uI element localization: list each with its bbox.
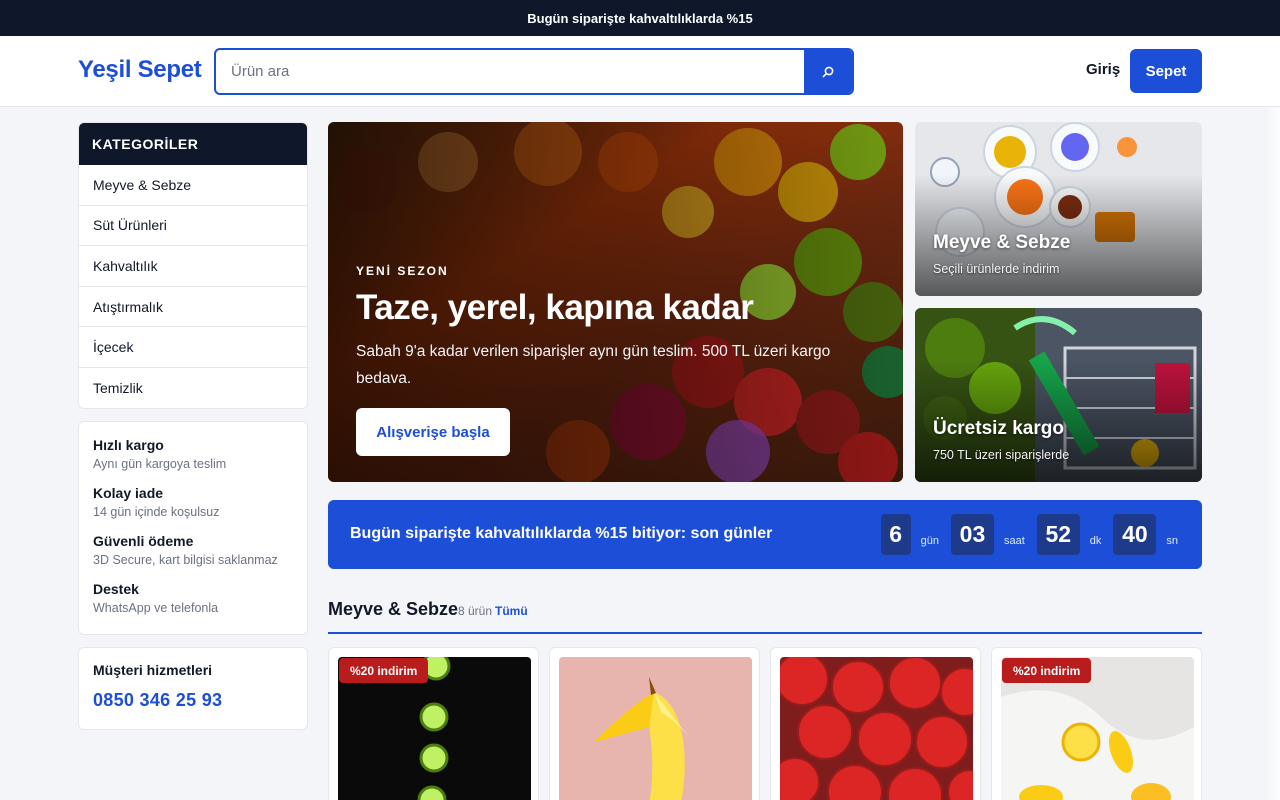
section-title: Meyve & Sebze [328,599,459,619]
product-image-apple [780,657,973,800]
logo[interactable]: Yeşil Sepet [78,56,202,84]
search-button[interactable] [804,50,852,93]
page-scrollbar[interactable] [1266,107,1280,800]
features-panel: Hızlı kargo Aynı gün kargoya teslim Kola… [78,421,308,635]
feature-desc: Aynı gün kargoya teslim [93,457,227,471]
countdown-minutes: 52 [1036,514,1080,555]
category-item-kahvaltilik[interactable]: Kahvaltılık [79,246,307,287]
support-label: Müşteri hizmetleri [93,662,213,678]
countdown-days-label: gün [920,534,939,547]
promo-subtitle: 750 TL üzeri siparişlerde [933,448,1070,462]
discount-badge: %20 indirim [1002,658,1092,683]
countdown-seconds: 40 [1113,514,1157,555]
support-panel: Müşteri hizmetleri 0850 346 25 93 [78,647,308,730]
category-menu-title: KATEGORİLER [79,123,307,165]
countdown-days: 6 [880,514,911,555]
promo-title: Ücretsiz kargo [933,418,1064,439]
countdown-timer: 6 gün 03 saat 52 dk 40 sn [880,514,1178,555]
countdown-hours-label: saat [1003,534,1025,547]
feature-title: Hızlı kargo [93,437,164,453]
category-item-sut-urunleri[interactable]: Süt Ürünleri [79,206,307,247]
feature-desc: WhatsApp ve telefonla [93,601,219,615]
promo-card-produce[interactable]: Meyve & Sebze Seçili ürünlerde indirim [915,122,1202,296]
search-input[interactable] [216,50,806,93]
category-item-atistirmalik[interactable]: Atıştırmalık [79,287,307,328]
hero-banner: YENİ SEZON Taze, yerel, kapına kadar Sab… [328,122,903,482]
category-item-temizlik[interactable]: Temizlik [79,368,307,408]
hero-title: Taze, yerel, kapına kadar [356,288,754,327]
hero-kicker: YENİ SEZON [356,264,449,278]
site-header: Yeşil Sepet Giriş Sepet [0,36,1280,107]
see-all-link[interactable]: Tümü [495,604,528,618]
support-phone[interactable]: 0850 346 25 93 [93,690,293,711]
product-image-banana [559,657,752,800]
feature-title: Destek [93,581,139,597]
category-item-meyve-sebze[interactable]: Meyve & Sebze [79,165,307,206]
countdown-text: Bugün siparişte kahvaltılıklarda %15 bit… [350,525,773,542]
discount-badge: %20 indirim [339,658,429,683]
feature-title: Güvenli ödeme [93,533,194,549]
apple-icon [780,657,973,800]
feature-desc: 14 gün içinde koşulsuz [93,505,220,519]
search-icon [822,66,834,77]
feature-desc: 3D Secure, kart bilgisi saklanmaz [93,553,278,567]
countdown-seconds-label: sn [1166,534,1178,547]
product-card[interactable] [770,647,981,800]
product-card[interactable] [549,647,760,800]
search-bar [214,48,854,95]
start-shopping-button[interactable]: Alışverişe başla [356,408,510,456]
countdown-hours: 03 [950,514,994,555]
feature-title: Kolay iade [93,485,164,501]
category-menu: KATEGORİLER Meyve & Sebze Süt Ürünleri K… [78,122,308,409]
feature-item: Hızlı kargo Aynı gün kargoya teslim [93,436,293,474]
feature-item: Güvenli ödeme 3D Secure, kart bilgisi sa… [93,532,293,570]
feature-item: Destek WhatsApp ve telefonla [93,580,293,618]
announcement-bar: Bugün siparişte kahvaltılıklarda %15 [0,0,1280,36]
promo-title: Meyve & Sebze [933,232,1071,253]
promo-subtitle: Seçili ürünlerde indirim [933,262,1060,276]
countdown-banner: Bugün siparişte kahvaltılıklarda %15 bit… [328,500,1202,569]
countdown-minutes-label: dk [1089,534,1102,547]
promo-card-free-shipping[interactable]: Ücretsiz kargo 750 TL üzeri siparişlerde [915,308,1202,482]
hero-subtitle: Sabah 9'a kadar verilen siparişler aynı … [356,343,831,387]
announcement-text: Bugün siparişte kahvaltılıklarda %15 [527,10,753,26]
product-card[interactable]: %20 indirim [328,647,539,800]
section-count: 8 ürün [458,604,493,618]
login-link[interactable]: Giriş [1086,61,1120,78]
section-header: Meyve & Sebze 8 ürün Tümü [328,598,1202,634]
product-card[interactable]: %20 indirim [991,647,1202,800]
category-item-icecek[interactable]: İçecek [79,327,307,368]
cart-button[interactable]: Sepet [1130,49,1202,93]
feature-item: Kolay iade 14 gün içinde koşulsuz [93,484,293,522]
banana-icon [594,677,689,800]
